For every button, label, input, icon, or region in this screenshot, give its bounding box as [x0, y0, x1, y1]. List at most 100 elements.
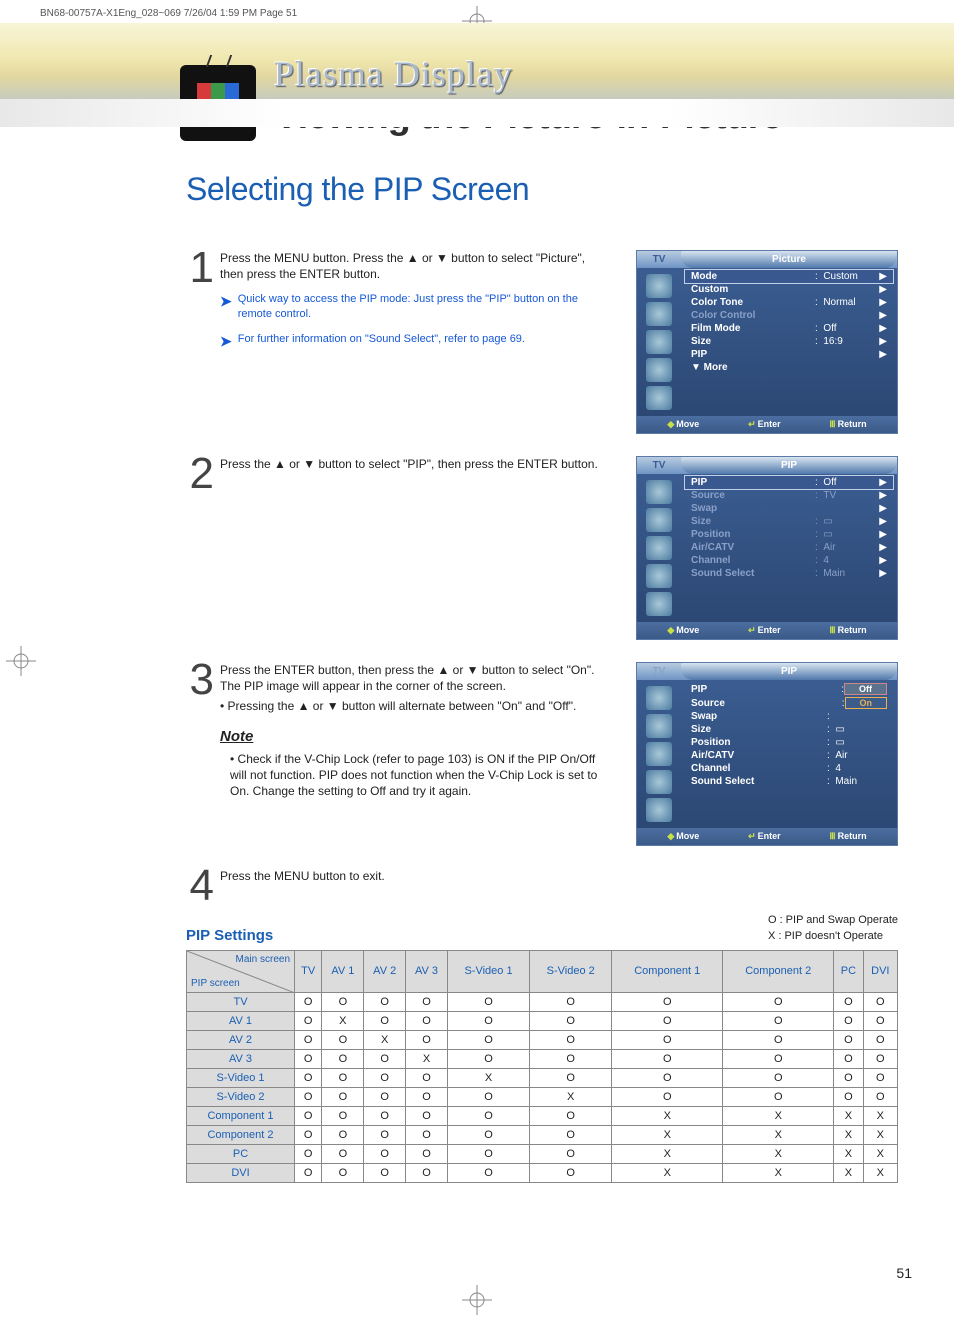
- table-cell: O: [723, 1049, 834, 1068]
- table-cell: X: [834, 1106, 863, 1125]
- osd-footer: ◆Move↵EnterⅢReturn: [637, 416, 897, 433]
- table-cell: O: [364, 1106, 406, 1125]
- step2-text: Press the ▲ or ▼ button to select "PIP",…: [220, 456, 598, 472]
- table-col-header: TV: [295, 950, 322, 992]
- osd-row: Swap:: [685, 710, 893, 723]
- table-row-header: AV 2: [187, 1030, 295, 1049]
- table-cell: X: [863, 1106, 897, 1125]
- table-cell: X: [834, 1163, 863, 1182]
- osd-icon: [646, 480, 672, 504]
- table-cell: O: [406, 1011, 448, 1030]
- table-cell: O: [863, 1087, 897, 1106]
- osd-row: PIP: Off▶: [685, 476, 893, 489]
- table-cell: X: [723, 1106, 834, 1125]
- table-cell: O: [612, 1087, 723, 1106]
- osd-icon: [646, 798, 672, 822]
- table-cell: O: [295, 1049, 322, 1068]
- osd-row: Position: ▭▶: [685, 528, 893, 541]
- table-row-header: Component 2: [187, 1125, 295, 1144]
- table-cell: X: [863, 1163, 897, 1182]
- table-cell: X: [863, 1144, 897, 1163]
- table-col-header: Component 2: [723, 950, 834, 992]
- osd-row: Mode: Custom▶: [685, 270, 893, 283]
- table-row-header: PC: [187, 1144, 295, 1163]
- osd-footer: ◆Move↵EnterⅢReturn: [637, 622, 897, 639]
- table-cell: O: [322, 1068, 364, 1087]
- table-cell: O: [295, 1144, 322, 1163]
- table-cell: X: [530, 1087, 612, 1106]
- osd-row: Color Tone: Normal▶: [685, 296, 893, 309]
- table-cell: O: [834, 1030, 863, 1049]
- osd-row: Source: On: [685, 696, 893, 710]
- table-col-header: AV 3: [406, 950, 448, 992]
- step1-text: Press the MENU button. Press the ▲ or ▼ …: [220, 250, 610, 282]
- table-cell: O: [406, 1106, 448, 1125]
- table-cell: O: [723, 1068, 834, 1087]
- table-cell: X: [612, 1163, 723, 1182]
- table-cell: O: [322, 1106, 364, 1125]
- table-col-header: S-Video 1: [447, 950, 529, 992]
- table-cell: O: [364, 1163, 406, 1182]
- table-cell: O: [364, 1068, 406, 1087]
- table-cell: X: [612, 1125, 723, 1144]
- table-cell: X: [612, 1106, 723, 1125]
- table-cell: O: [447, 1087, 529, 1106]
- registration-mark-bottom-icon: [462, 1285, 492, 1315]
- table-row: DVIOOOOOOXXXX: [187, 1163, 898, 1182]
- osd-source: TV: [637, 457, 681, 474]
- table-cell: O: [364, 992, 406, 1011]
- table-cell: O: [295, 1087, 322, 1106]
- osd-icon: [646, 564, 672, 588]
- table-row-header: DVI: [187, 1163, 295, 1182]
- table-cell: O: [447, 1163, 529, 1182]
- osd-row: Sound Select: Main: [685, 775, 893, 788]
- table-cell: O: [406, 1087, 448, 1106]
- osd-row: Position: ▭: [685, 736, 893, 749]
- table-cell: O: [447, 1049, 529, 1068]
- print-header: BN68-00757A-X1Eng_028~069 7/26/04 1:59 P…: [0, 0, 954, 23]
- table-cell: O: [322, 1163, 364, 1182]
- osd-row: Air/CATV: Air▶: [685, 541, 893, 554]
- table-cell: X: [834, 1144, 863, 1163]
- table-cell: O: [447, 1030, 529, 1049]
- step1-tip2: For further information on "Sound Select…: [238, 332, 525, 351]
- table-cell: O: [295, 992, 322, 1011]
- step3-bullet: • Pressing the ▲ or ▼ button will altern…: [220, 698, 610, 714]
- table-row-header: Component 1: [187, 1106, 295, 1125]
- table-cell: O: [723, 1011, 834, 1030]
- table-cell: O: [322, 1125, 364, 1144]
- osd-icon: [646, 686, 672, 710]
- table-cell: O: [612, 992, 723, 1011]
- osd-pip-menu: TVPIP PIP: Off▶Source: TV▶Swap▶Size: ▭▶P…: [636, 456, 898, 640]
- table-cell: O: [322, 1049, 364, 1068]
- tip-arrow-icon: ➤: [220, 292, 232, 322]
- table-cell: O: [295, 1163, 322, 1182]
- note-heading: Note: [220, 727, 610, 747]
- table-cell: X: [723, 1163, 834, 1182]
- table-cell: O: [530, 1030, 612, 1049]
- tip-arrow-icon: ➤: [220, 332, 232, 351]
- table-cell: X: [406, 1049, 448, 1068]
- table-cell: O: [322, 1087, 364, 1106]
- table-row: AV 2OOXOOOOOOO: [187, 1030, 898, 1049]
- table-cell: O: [295, 1068, 322, 1087]
- table-cell: X: [863, 1125, 897, 1144]
- table-cell: O: [863, 1011, 897, 1030]
- table-cell: O: [447, 992, 529, 1011]
- osd-picture-menu: TVPicture Mode: Custom▶Custom▶Color Tone…: [636, 250, 898, 434]
- osd-footer: ◆Move↵EnterⅢReturn: [637, 828, 897, 845]
- table-cell: O: [364, 1144, 406, 1163]
- step-number: 2: [186, 456, 214, 491]
- table-cell: O: [612, 1011, 723, 1030]
- osd-row: PIP▶: [685, 348, 893, 361]
- table-cell: O: [322, 1030, 364, 1049]
- table-cell: O: [406, 1030, 448, 1049]
- table-cell: O: [295, 1011, 322, 1030]
- header-band: Plasma Display Viewing the Picture-in-Pi…: [0, 23, 954, 113]
- table-cell: X: [723, 1125, 834, 1144]
- table-cell: O: [530, 1068, 612, 1087]
- table-cell: O: [295, 1125, 322, 1144]
- table-cell: O: [530, 1049, 612, 1068]
- table-cell: O: [530, 992, 612, 1011]
- table-cell: X: [364, 1030, 406, 1049]
